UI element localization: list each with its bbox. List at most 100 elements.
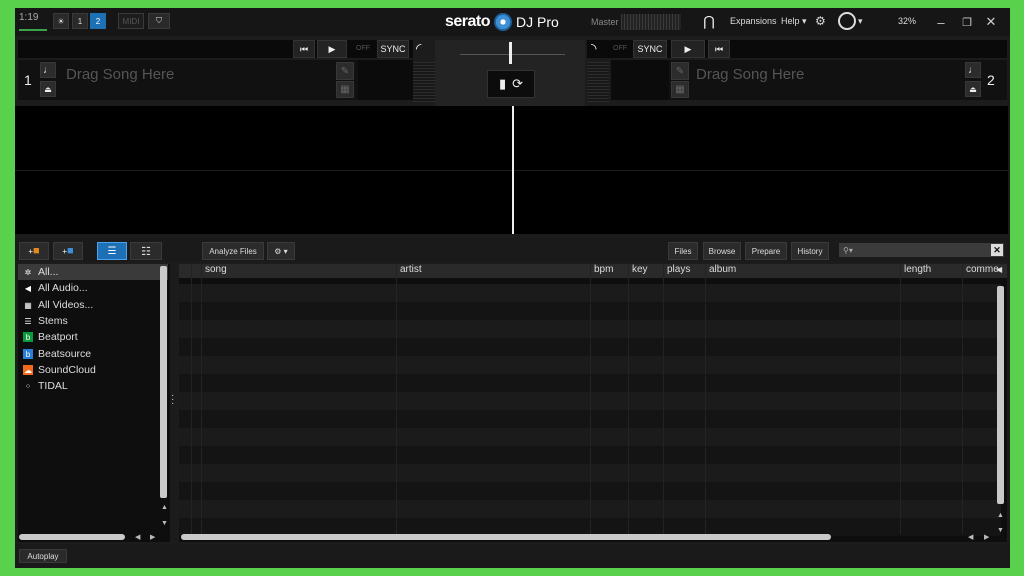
crate-label: Beatsource [38, 348, 92, 360]
crate-item-stems[interactable]: ☰ Stems [18, 313, 168, 329]
column-header-song[interactable]: song [203, 264, 227, 278]
crossfader-handle[interactable] [509, 42, 512, 64]
crate-label: SoundCloud [38, 364, 96, 376]
scroll-up-arrow-icon[interactable]: ▲ [997, 512, 1004, 519]
deck-right-number: 2 [987, 72, 995, 88]
add-crate-button[interactable]: + ■ [19, 242, 49, 260]
scroll-left-arrow-icon[interactable]: ◀ [968, 533, 973, 541]
crate-item-soundcloud[interactable]: ☁ SoundCloud [18, 362, 168, 378]
deck-right-sync-button[interactable]: SYNC [633, 40, 667, 58]
grid-icon[interactable]: ▦ [671, 81, 689, 98]
browse-button[interactable]: Browse [703, 242, 741, 260]
deck-left-drag-placeholder[interactable]: Drag Song Here [66, 66, 174, 83]
clear-search-icon[interactable]: ✕ [991, 244, 1003, 256]
chevron-down-icon[interactable]: ▾ [858, 16, 863, 27]
edit-icon[interactable]: ✎ [336, 62, 354, 80]
column-header-album[interactable]: album [707, 264, 736, 278]
scroll-up-arrow-icon[interactable]: ▲ [161, 504, 168, 511]
eject-icon[interactable]: ⏏ [40, 81, 56, 97]
grid-icon[interactable]: ▦ [336, 81, 354, 98]
help-menu[interactable]: Help ▾ [781, 16, 807, 27]
scroll-down-arrow-icon[interactable]: ▼ [161, 520, 168, 527]
column-header-comment[interactable]: comme [964, 264, 999, 278]
speaker-icon: ◀ [24, 283, 32, 293]
crossfader-track [460, 54, 565, 55]
minimize-icon[interactable]: – [932, 13, 950, 31]
beatsource-icon: b [23, 349, 33, 359]
deck-right-overview [611, 60, 669, 100]
column-header-key[interactable]: key [630, 264, 648, 278]
column-header-artist[interactable]: artist [398, 264, 422, 278]
gear-icon: ⚙ ▾ [274, 246, 288, 256]
sync-loop-icon[interactable]: ⟳ [512, 76, 523, 92]
deck-1-view-button[interactable]: 1 [72, 13, 88, 29]
column-header-length[interactable]: length [902, 264, 931, 278]
column-header-bpm[interactable]: bpm [592, 264, 613, 278]
previous-track-icon[interactable]: ⏮ [708, 40, 730, 58]
deck-left-tempo-dial-icon[interactable]: ◜ [416, 40, 434, 58]
crate-sidebar: ✲ All... ◀ All Audio... ▦ All Videos... … [18, 264, 170, 542]
master-label: Master [591, 17, 619, 27]
restore-icon[interactable]: ❐ [958, 13, 976, 31]
crate-item-all-videos[interactable]: ▦ All Videos... [18, 297, 168, 313]
play-icon[interactable]: ▶ [671, 40, 705, 58]
track-view-button[interactable]: ☰ [97, 242, 127, 260]
scroll-left-arrow-icon[interactable]: ◀ [135, 533, 140, 541]
deck-2-view-button[interactable]: 2 [90, 13, 106, 29]
autoplay-button[interactable]: Autoplay [19, 549, 67, 563]
column-divider [962, 264, 963, 534]
play-icon[interactable]: ▶ [317, 40, 347, 58]
deck-right-tempo-dial-icon[interactable]: ◝ [591, 40, 609, 58]
expansions-link[interactable]: Expansions [730, 16, 777, 26]
column-divider [900, 264, 901, 534]
account-icon[interactable] [838, 12, 856, 30]
note-icon[interactable]: ♩ [40, 62, 56, 78]
brightness-icon[interactable]: ☀ [53, 13, 69, 29]
crate-label: Beatport [38, 331, 78, 343]
close-icon[interactable]: ✕ [982, 13, 1000, 31]
display-toggle-icon[interactable]: ▮ [499, 76, 506, 92]
deck-left-sync-button[interactable]: SYNC [377, 40, 409, 58]
gear-icon[interactable]: ⚙ [815, 14, 826, 28]
column-header-plays[interactable]: plays [665, 264, 690, 278]
scroll-right-arrow-icon[interactable]: ▶ [984, 533, 989, 541]
sidebar-vertical-scrollbar[interactable] [160, 266, 167, 498]
previous-track-icon[interactable]: ⏮ [293, 40, 315, 58]
midi-button[interactable]: MIDI [118, 13, 144, 29]
screen-icon[interactable]: ⛉ [148, 13, 170, 29]
product-name: DJ Pro [516, 14, 559, 30]
headphones-icon[interactable]: ⋂ [701, 13, 717, 29]
crate-item-all[interactable]: ✲ All... [18, 264, 168, 280]
note-icon[interactable]: ♩ [965, 62, 981, 78]
column-divider [396, 264, 397, 534]
deck-right-track-info [732, 40, 1007, 58]
deck-right-drag-placeholder[interactable]: Drag Song Here [696, 66, 804, 83]
analyze-files-button[interactable]: Analyze Files [202, 242, 264, 260]
sidebar-horizontal-scrollbar[interactable] [19, 534, 125, 540]
crate-item-beatsource[interactable]: b Beatsource [18, 346, 168, 362]
edit-icon[interactable]: ✎ [671, 62, 689, 80]
panel-resize-handle[interactable]: · · · [171, 391, 174, 409]
deck-left-level-meter [413, 62, 435, 102]
list-view-button[interactable]: ☷ [130, 242, 162, 260]
scroll-right-arrow-icon[interactable]: ▶ [150, 533, 155, 541]
crate-item-beatport[interactable]: b Beatport [18, 329, 168, 345]
crate-icon: ■ [33, 245, 40, 257]
crate-label: All Audio... [38, 282, 88, 294]
master-meter [621, 14, 681, 30]
crate-item-tidal[interactable]: ⁘ TIDAL [18, 378, 168, 394]
eject-icon[interactable]: ⏏ [965, 81, 981, 97]
add-smart-crate-button[interactable]: + ■ [53, 242, 83, 260]
crate-item-all-audio[interactable]: ◀ All Audio... [18, 280, 168, 296]
waveform-display[interactable] [15, 106, 1008, 234]
search-input[interactable]: ⚲▾ [839, 243, 1004, 257]
scroll-down-arrow-icon[interactable]: ▼ [997, 527, 1004, 534]
history-button[interactable]: History [791, 242, 829, 260]
top-bar: 1:19 ☀ 1 2 MIDI ⛉ serato DJ Pro Master ⋂… [15, 8, 1010, 36]
table-horizontal-scrollbar[interactable] [181, 534, 831, 540]
prepare-button[interactable]: Prepare [745, 242, 787, 260]
settings-dropdown[interactable]: ⚙ ▾ [267, 242, 295, 260]
columns-menu-arrow-icon[interactable]: ◀ [996, 265, 1002, 274]
files-button[interactable]: Files [668, 242, 698, 260]
table-vertical-scrollbar[interactable] [997, 286, 1004, 504]
